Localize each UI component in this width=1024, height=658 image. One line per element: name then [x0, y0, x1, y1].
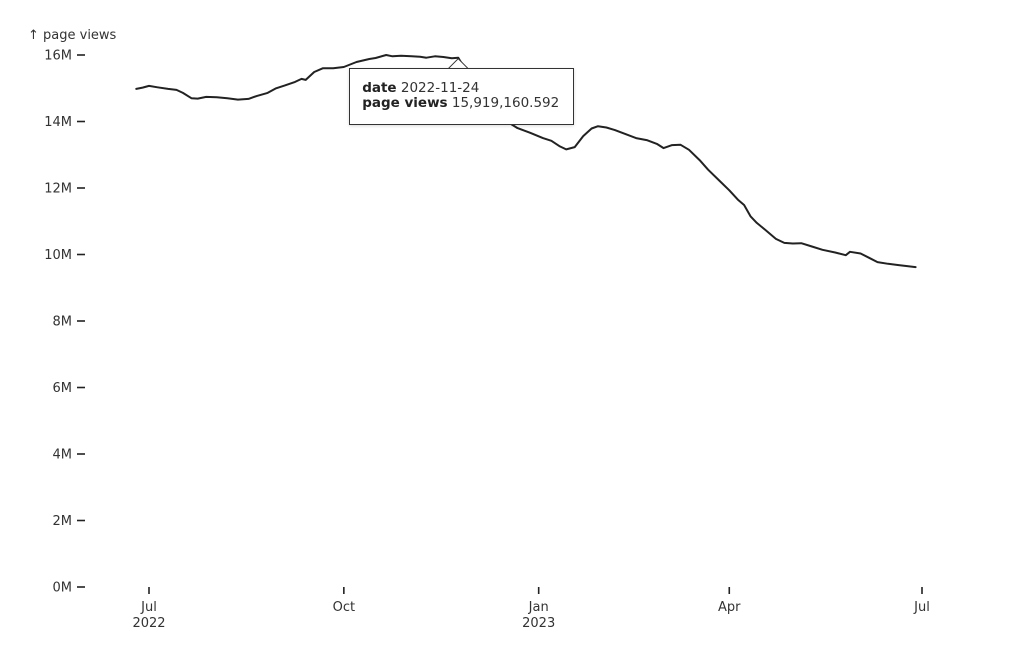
- x-tick-label: Oct: [333, 600, 355, 615]
- tooltip-date-row: date 2022-11-24: [362, 79, 559, 96]
- y-tick-label: 14M: [44, 115, 72, 130]
- y-axis: 0M 2M 4M 6M 8M 10M 12M 14M 16M: [44, 49, 85, 596]
- tooltip-date-value: 2022-11-24: [400, 79, 480, 96]
- y-tick-label: 2M: [53, 514, 73, 529]
- y-tick-label: 16M: [44, 49, 72, 64]
- x-tick-label: Jul: [913, 600, 930, 615]
- x-tick-sublabel: 2023: [522, 616, 555, 631]
- y-tick: 2M: [53, 514, 85, 529]
- x-tick: Jul2022: [132, 587, 166, 631]
- y-tick: 10M: [44, 248, 85, 263]
- x-tick-label: Jan: [528, 600, 549, 615]
- y-tick: 8M: [53, 315, 85, 330]
- x-tick-label: Jul: [140, 600, 157, 615]
- x-axis: Jul2022Oct Jan2023Apr Jul: [132, 587, 930, 631]
- chart-root: ↑ page views 0M 2M 4M 6M 8M 10M 12M 14M 16M Jul 2…: [0, 0, 1024, 658]
- y-tick: 0M: [53, 581, 85, 596]
- tooltip-value-value: 15,919,160.592: [451, 94, 560, 111]
- y-tick-label: 12M: [44, 182, 72, 197]
- y-tick: 12M: [44, 182, 85, 197]
- y-tick-label: 8M: [53, 315, 73, 330]
- y-tick-label: 4M: [53, 448, 73, 463]
- x-tick-label: Apr: [718, 600, 741, 615]
- x-tick: Apr: [718, 587, 741, 615]
- y-tick: 16M: [44, 49, 85, 64]
- tooltip: date 2022-11-24 page views 15,919,160.59…: [349, 67, 575, 125]
- tooltip-value-row: page views 15,919,160.592: [362, 94, 560, 111]
- y-tick: 6M: [53, 381, 85, 396]
- x-tick: Jul: [913, 587, 930, 615]
- y-tick-label: 6M: [53, 381, 73, 396]
- y-tick-label: 0M: [53, 581, 73, 596]
- tooltip-date-label: date: [362, 79, 397, 96]
- tooltip-value-label: page views: [362, 94, 448, 111]
- y-tick: 14M: [44, 115, 85, 130]
- x-tick: Jan2023: [522, 587, 555, 631]
- x-tick-sublabel: 2022: [132, 616, 165, 631]
- x-tick: Oct: [333, 587, 355, 615]
- y-axis-title: ↑ page views: [28, 28, 117, 43]
- y-tick: 4M: [53, 448, 85, 463]
- y-tick-label: 10M: [44, 248, 72, 263]
